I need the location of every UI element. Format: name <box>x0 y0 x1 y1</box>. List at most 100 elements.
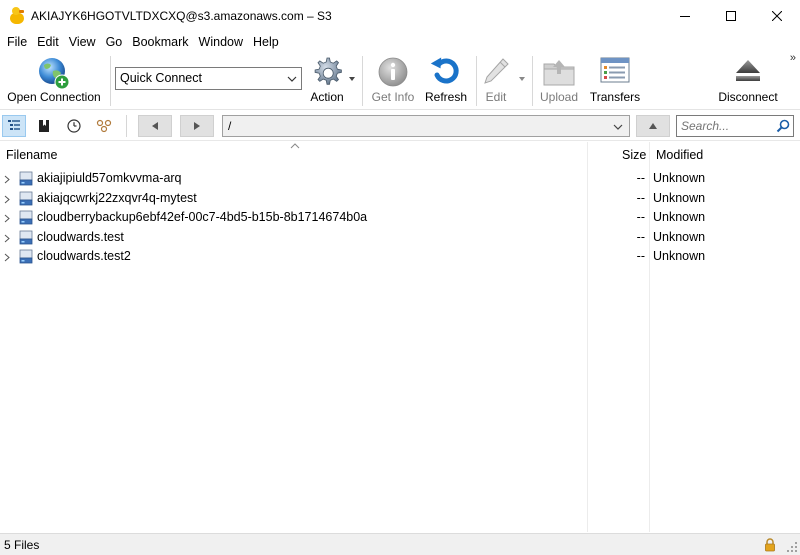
duck-app-icon <box>9 7 25 25</box>
file-row[interactable]: akiajqcwrkj22zxqvr4q-mytest -- Unknown <box>0 189 800 209</box>
sort-ascending-icon <box>290 143 300 149</box>
transfers-window-icon <box>600 57 630 83</box>
open-connection-button[interactable]: Open Connection <box>2 54 106 108</box>
quick-connect-select[interactable]: Quick Connect <box>115 67 302 90</box>
file-size: -- <box>636 171 645 185</box>
menu-help[interactable]: Help <box>248 32 284 52</box>
menu-view[interactable]: View <box>64 32 101 52</box>
expand-chevron-icon <box>4 195 10 203</box>
expand-chevron-icon <box>4 175 10 184</box>
gear-icon <box>314 57 342 85</box>
toolbar: Open Connection Quick Connect Action Get… <box>0 52 800 110</box>
resize-grip-icon <box>787 542 797 552</box>
minimize-button[interactable] <box>662 0 708 32</box>
minimize-icon <box>680 16 690 17</box>
expand-chevron-icon <box>4 214 10 223</box>
search-input[interactable] <box>677 116 773 136</box>
file-modified: Unknown <box>653 171 706 185</box>
file-row[interactable]: cloudberrybackup6ebf42ef-00c7-4bd5-b15b-… <box>0 208 800 228</box>
edit-label: Edit <box>485 90 507 104</box>
status-bar: 5 Files <box>0 533 800 555</box>
bucket-drive-icon <box>19 249 33 264</box>
lock-icon <box>765 538 775 552</box>
file-modified: Unknown <box>653 210 706 224</box>
bucket-drive-icon <box>19 230 33 244</box>
back-arrow-icon <box>152 122 158 130</box>
upload-folder-icon <box>543 60 575 86</box>
file-size: -- <box>636 210 645 224</box>
file-name: cloudwards.test <box>37 229 124 244</box>
maximize-icon <box>726 11 736 21</box>
transfers-button[interactable]: Transfers <box>586 54 644 108</box>
file-row[interactable]: cloudwards.test -- Unknown <box>0 228 800 248</box>
navigation-bar: / <box>0 111 800 141</box>
chevron-down-icon <box>613 124 623 130</box>
disconnect-label: Disconnect <box>718 90 778 104</box>
eject-icon <box>736 60 760 81</box>
get-info-label: Get Info <box>371 90 415 104</box>
file-name: cloudberrybackup6ebf42ef-00c7-4bd5-b15b-… <box>37 210 368 224</box>
menu-go[interactable]: Go <box>101 32 128 52</box>
browser-view-button[interactable] <box>2 115 26 137</box>
info-icon <box>378 57 408 87</box>
upload-label: Upload <box>539 90 579 104</box>
file-name: akiajqcwrkj22zxqvr4q-mytest <box>37 190 197 205</box>
file-size: -- <box>636 229 645 244</box>
column-modified[interactable]: Modified <box>656 142 703 168</box>
column-filename[interactable]: Filename <box>6 142 57 168</box>
edit-dropdown-arrow[interactable] <box>519 77 525 81</box>
bookmarks-view-button[interactable] <box>32 115 56 137</box>
menu-window[interactable]: Window <box>194 32 248 52</box>
edit-button[interactable]: Edit <box>478 54 514 108</box>
title-bar: AKIAJYK6HGOTVLTDXCXQ@s3.amazonaws.com – … <box>0 0 800 32</box>
path-select[interactable]: / <box>222 115 630 137</box>
expand-chevron-icon <box>4 234 10 242</box>
menu-edit[interactable]: Edit <box>32 32 64 52</box>
refresh-button[interactable]: Refresh <box>420 54 472 108</box>
forward-button[interactable] <box>180 115 214 137</box>
parent-directory-button[interactable] <box>636 115 670 137</box>
close-icon <box>772 11 782 21</box>
get-info-button[interactable]: Get Info <box>366 54 420 108</box>
bucket-drive-icon <box>19 171 33 186</box>
open-connection-label: Open Connection <box>7 90 101 104</box>
action-button[interactable]: Action <box>304 54 350 108</box>
menu-bar: File Edit View Go Bookmark Window Help <box>0 32 800 52</box>
refresh-icon <box>430 57 459 84</box>
file-modified: Unknown <box>653 249 706 263</box>
globe-add-icon <box>39 58 70 90</box>
search-box[interactable] <box>676 115 794 137</box>
bucket-drive-icon <box>19 210 33 225</box>
file-row[interactable]: cloudwards.test2 -- Unknown <box>0 247 800 267</box>
file-modified: Unknown <box>653 229 706 244</box>
action-dropdown-arrow[interactable] <box>349 77 355 81</box>
file-name: cloudwards.test2 <box>37 249 131 263</box>
file-row[interactable]: akiajipiuld57omkvvma-arq -- Unknown <box>0 169 800 189</box>
maximize-button[interactable] <box>708 0 754 32</box>
expand-chevron-icon <box>4 253 10 262</box>
bonjour-icon <box>96 119 112 133</box>
history-view-button[interactable] <box>62 115 86 137</box>
menu-file[interactable]: File <box>2 32 32 52</box>
back-button[interactable] <box>138 115 172 137</box>
menu-bookmark[interactable]: Bookmark <box>127 32 193 52</box>
toolbar-overflow-chevron[interactable]: » <box>790 52 796 64</box>
file-size: -- <box>636 190 645 205</box>
column-size[interactable]: Size <box>622 142 646 168</box>
bucket-drive-icon <box>19 191 33 205</box>
column-header: Filename Size Modified <box>0 142 800 168</box>
clock-icon <box>67 119 81 133</box>
file-size: -- <box>636 249 645 263</box>
upload-button[interactable]: Upload <box>536 54 582 108</box>
quick-connect-value: Quick Connect <box>120 71 202 85</box>
disconnect-button[interactable]: Disconnect <box>712 54 784 108</box>
forward-arrow-icon <box>194 122 200 130</box>
status-file-count: 5 Files <box>4 538 40 552</box>
transfers-label: Transfers <box>589 90 641 104</box>
file-browser-list[interactable]: Filename Size Modified akiajipiuld57omkv… <box>0 142 800 532</box>
bonjour-view-button[interactable] <box>92 115 116 137</box>
close-window-button[interactable] <box>754 0 800 32</box>
window-title: AKIAJYK6HGOTVLTDXCXQ@s3.amazonaws.com – … <box>31 9 332 23</box>
search-icon <box>776 119 790 133</box>
up-arrow-icon <box>649 123 657 129</box>
